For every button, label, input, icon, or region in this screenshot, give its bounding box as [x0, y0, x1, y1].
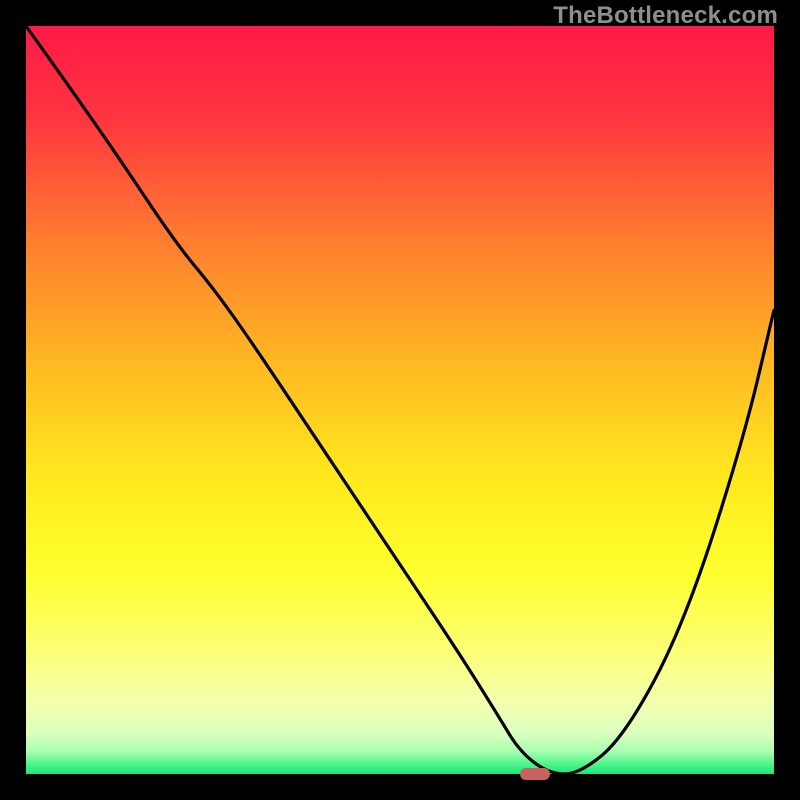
chart-svg	[26, 26, 774, 774]
chart-background	[26, 26, 774, 774]
optimal-marker	[520, 768, 550, 780]
chart-plot-area	[26, 26, 774, 774]
watermark-text: TheBottleneck.com	[553, 2, 778, 30]
